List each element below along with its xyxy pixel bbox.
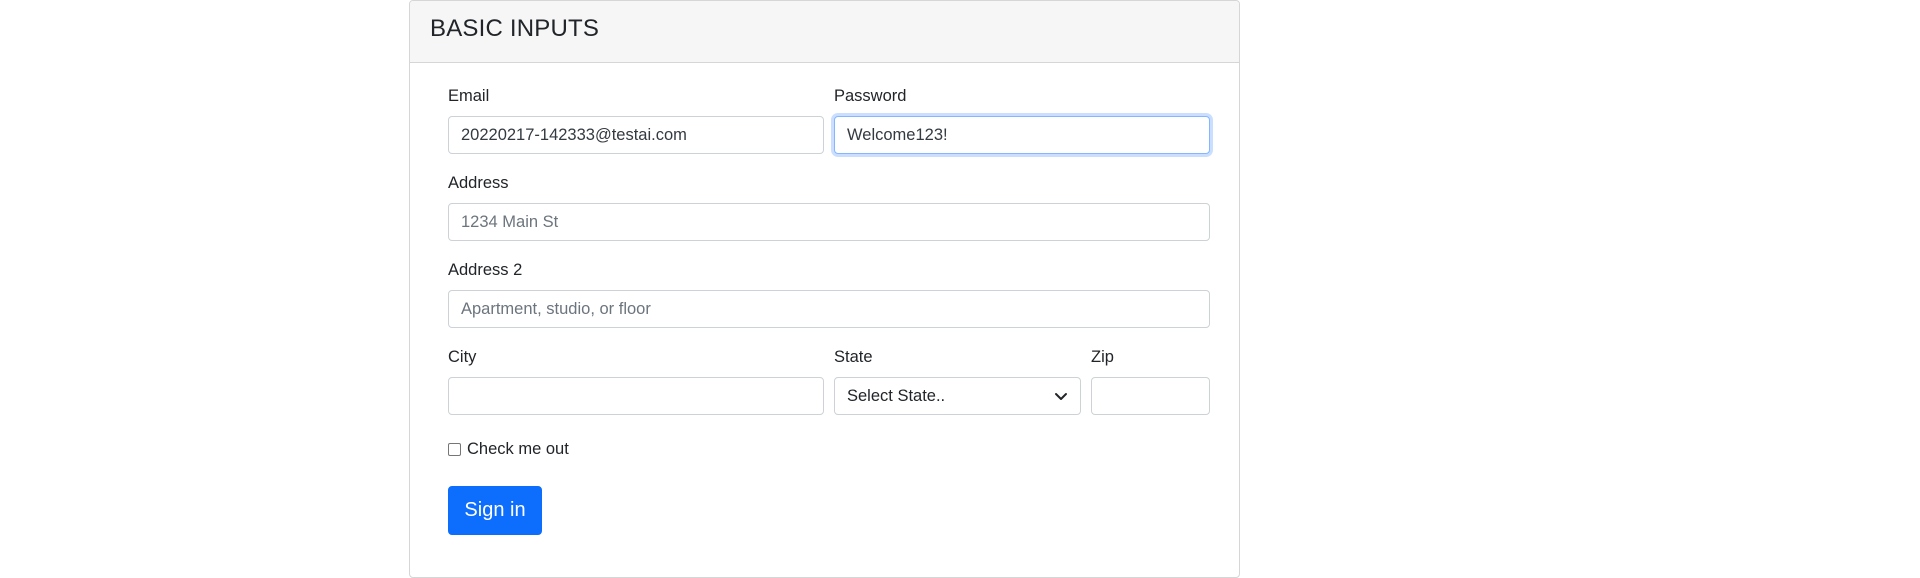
sign-in-button[interactable]: Sign in	[448, 486, 542, 535]
city-label: City	[448, 348, 477, 366]
address2-input[interactable]	[448, 290, 1210, 328]
check-me-out-checkbox[interactable]	[448, 443, 461, 456]
state-label: State	[834, 348, 873, 366]
city-input[interactable]	[448, 377, 824, 415]
zip-label: Zip	[1091, 348, 1114, 366]
card-header: BASIC INPUTS	[410, 1, 1239, 63]
zip-input[interactable]	[1091, 377, 1210, 415]
check-me-out-label[interactable]: Check me out	[467, 440, 569, 459]
address-input[interactable]	[448, 203, 1210, 241]
state-selected-value: Select State..	[847, 386, 946, 405]
address-label: Address	[448, 174, 509, 192]
address2-label: Address 2	[448, 261, 523, 279]
state-select[interactable]: Select State..	[834, 377, 1081, 415]
password-input[interactable]	[834, 116, 1210, 154]
card-title: BASIC INPUTS	[430, 15, 600, 42]
check-me-out-group[interactable]: Check me out	[448, 440, 569, 459]
password-label: Password	[834, 87, 907, 105]
email-label: Email	[448, 87, 490, 105]
email-input[interactable]	[448, 116, 824, 154]
chevron-down-icon	[1054, 389, 1068, 403]
